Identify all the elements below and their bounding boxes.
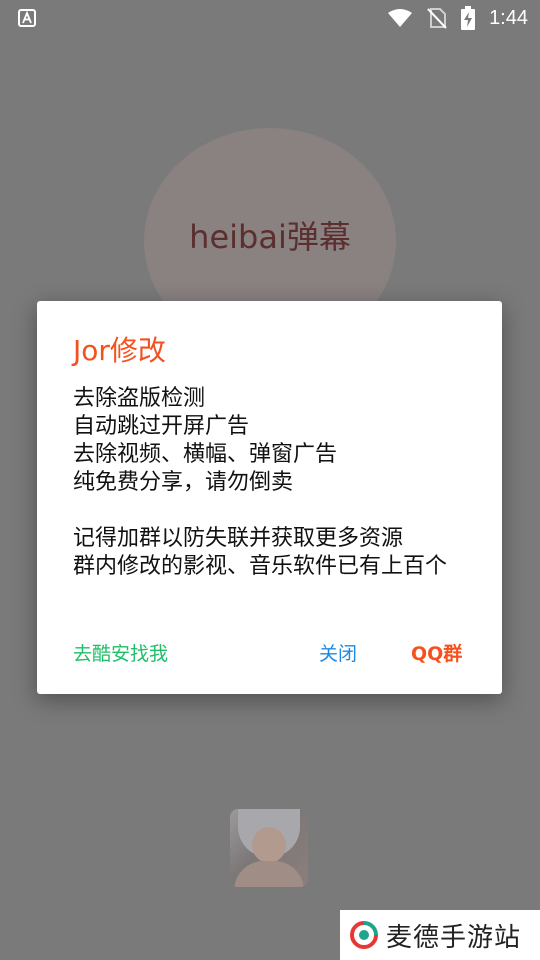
message-line: 记得加群以防失联并获取更多资源: [73, 526, 404, 551]
no-sim-icon: [427, 8, 447, 29]
qq-group-button[interactable]: QQ群: [411, 639, 462, 666]
text-a-icon: [18, 9, 36, 27]
dialog-message: 去除盗版检测 自动跳过开屏广告 去除视频、横幅、弹窗广告 纯免费分享，请勿倒卖 …: [73, 385, 473, 581]
battery-charging-icon: [461, 6, 476, 30]
status-bar: 1:44: [0, 0, 540, 36]
watermark-logo-icon: [350, 921, 378, 949]
watermark-text: 麦德手游站: [386, 922, 522, 953]
coolapk-button[interactable]: 去酷安找我: [73, 639, 168, 666]
wifi-icon: [388, 9, 413, 27]
close-button[interactable]: 关闭: [319, 639, 357, 666]
status-icons: 1:44: [387, 6, 528, 30]
dialog-title: Jor修改: [73, 334, 166, 367]
app-title: heibai弹幕: [189, 218, 351, 256]
message-line: 去除视频、横幅、弹窗广告: [73, 442, 338, 467]
mod-info-dialog: Jor修改 去除盗版检测 自动跳过开屏广告 去除视频、横幅、弹窗广告 纯免费分享…: [37, 301, 502, 694]
clock: 1:44: [489, 6, 528, 29]
app-icon-thumbnail: [230, 809, 308, 887]
message-line: 群内修改的影视、音乐软件已有上百个: [73, 554, 448, 579]
message-line: 纯免费分享，请勿倒卖: [73, 470, 294, 495]
message-line: 自动跳过开屏广告: [73, 414, 250, 439]
message-line: 去除盗版检测: [73, 386, 206, 411]
watermark: 麦德手游站: [340, 910, 540, 960]
